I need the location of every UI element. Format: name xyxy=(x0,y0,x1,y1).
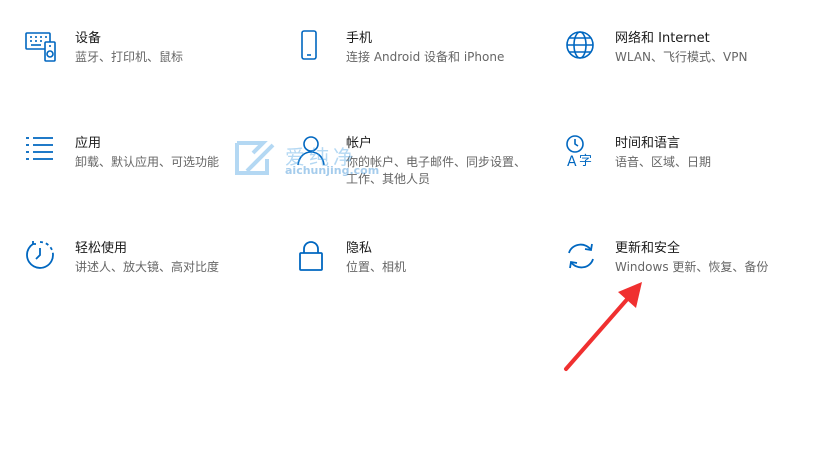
tile-title: 帐户 xyxy=(346,136,373,151)
tile-title: 网络和 Internet xyxy=(615,31,710,46)
settings-tile-network[interactable]: 网络和 Internet WLAN、飞行模式、VPN xyxy=(565,30,815,90)
svg-text:A: A xyxy=(567,154,577,169)
lock-icon xyxy=(296,240,330,274)
svg-text:字: 字 xyxy=(579,154,592,169)
apps-list-icon xyxy=(25,135,59,169)
tile-title: 手机 xyxy=(346,31,373,46)
tile-description: 卸载、默认应用、可选功能 xyxy=(75,155,220,169)
keyboard-device-icon xyxy=(25,30,59,64)
tile-title: 设备 xyxy=(75,31,102,46)
globe-icon xyxy=(565,30,599,64)
settings-home: 设备 蓝牙、打印机、鼠标 手机 连接 Android 设备和 iPhone 网络… xyxy=(0,0,834,453)
tile-title: 更新和安全 xyxy=(615,241,681,256)
tile-description: 蓝牙、打印机、鼠标 xyxy=(75,50,184,64)
settings-tile-accounts[interactable]: 帐户 你的帐户、电子邮件、同步设置、工作、其他人员 xyxy=(296,135,546,195)
tile-description: 语音、区域、日期 xyxy=(615,155,712,169)
settings-tile-ease-of-access[interactable]: 轻松使用 讲述人、放大镜、高对比度 xyxy=(25,240,275,300)
time-language-icon: A 字 xyxy=(565,135,599,169)
ease-of-access-icon xyxy=(25,240,59,274)
settings-tile-phone[interactable]: 手机 连接 Android 设备和 iPhone xyxy=(296,30,546,90)
settings-tile-apps[interactable]: 应用 卸载、默认应用、可选功能 xyxy=(25,135,275,195)
tile-title: 隐私 xyxy=(346,241,373,256)
tile-title: 时间和语言 xyxy=(615,136,681,151)
tile-title: 轻松使用 xyxy=(75,241,128,256)
tile-description: 位置、相机 xyxy=(346,260,407,274)
tile-description: WLAN、飞行模式、VPN xyxy=(615,50,748,64)
settings-tile-devices[interactable]: 设备 蓝牙、打印机、鼠标 xyxy=(25,30,275,90)
sync-icon xyxy=(565,240,599,274)
tile-title: 应用 xyxy=(75,136,102,151)
tile-description: 连接 Android 设备和 iPhone xyxy=(346,50,505,64)
tile-description: 讲述人、放大镜、高对比度 xyxy=(75,260,220,274)
tile-description: Windows 更新、恢复、备份 xyxy=(615,260,769,274)
person-icon xyxy=(296,135,330,169)
phone-icon xyxy=(296,30,330,64)
tile-description: 你的帐户、电子邮件、同步设置、工作、其他人员 xyxy=(346,155,527,186)
settings-tile-privacy[interactable]: 隐私 位置、相机 xyxy=(296,240,546,300)
settings-tile-update-security[interactable]: 更新和安全 Windows 更新、恢复、备份 xyxy=(565,240,815,300)
settings-tile-time-language[interactable]: A 字 时间和语言 语音、区域、日期 xyxy=(565,135,815,195)
